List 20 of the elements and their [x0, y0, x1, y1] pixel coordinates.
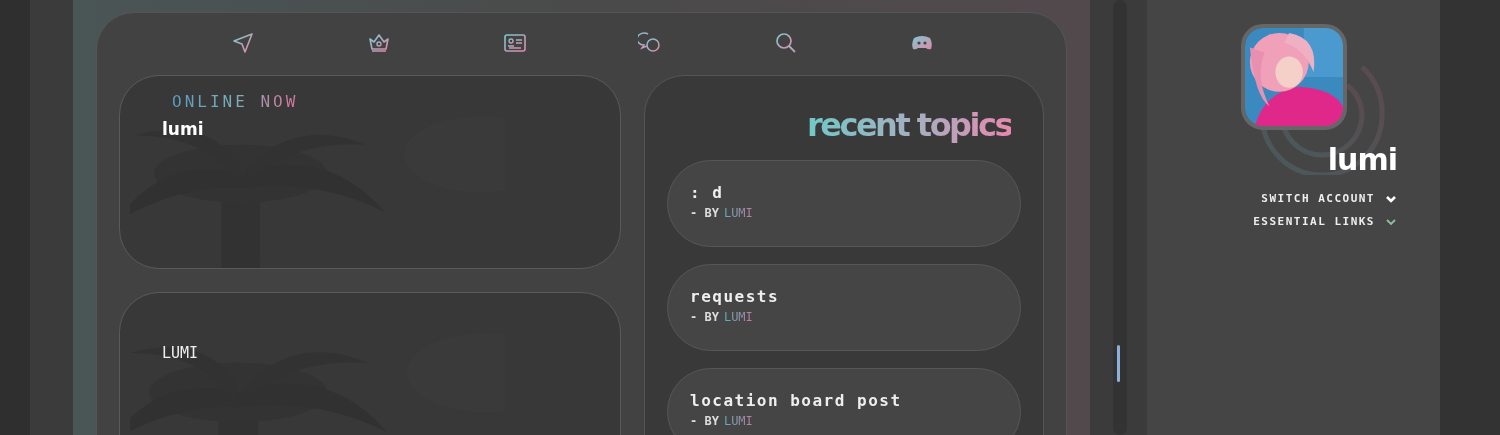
topic-title: location board post: [690, 391, 902, 410]
topic-title: requests: [690, 287, 780, 306]
dropdown-toggle[interactable]: ESSENTIAL LINKS: [1253, 215, 1397, 228]
topic-item[interactable]: location board post - BY LUMI: [667, 368, 1021, 435]
card-text: LUMI: [162, 344, 199, 362]
user-link[interactable]: lumi: [162, 119, 204, 139]
topic-item[interactable]: requests - BY LUMI: [667, 264, 1021, 351]
topic-item[interactable]: : d - BY LUMI: [667, 160, 1021, 247]
dropdown-toggle[interactable]: SWITCH ACCOUNT: [1261, 192, 1397, 205]
by-label: - BY: [690, 310, 719, 324]
scrollbar-thumb[interactable]: [1117, 345, 1120, 382]
by-label: - BY: [690, 206, 719, 220]
by-label: - BY: [690, 414, 719, 428]
crown-icon[interactable]: [366, 31, 391, 55]
scrollbar-track[interactable]: [1113, 0, 1127, 435]
chat-bubbles-icon[interactable]: [638, 31, 663, 55]
id-card-icon[interactable]: [502, 31, 527, 55]
topic-title: : d: [690, 183, 724, 202]
navigation-arrow-icon[interactable]: [231, 31, 255, 55]
username: lumi: [1327, 142, 1397, 178]
